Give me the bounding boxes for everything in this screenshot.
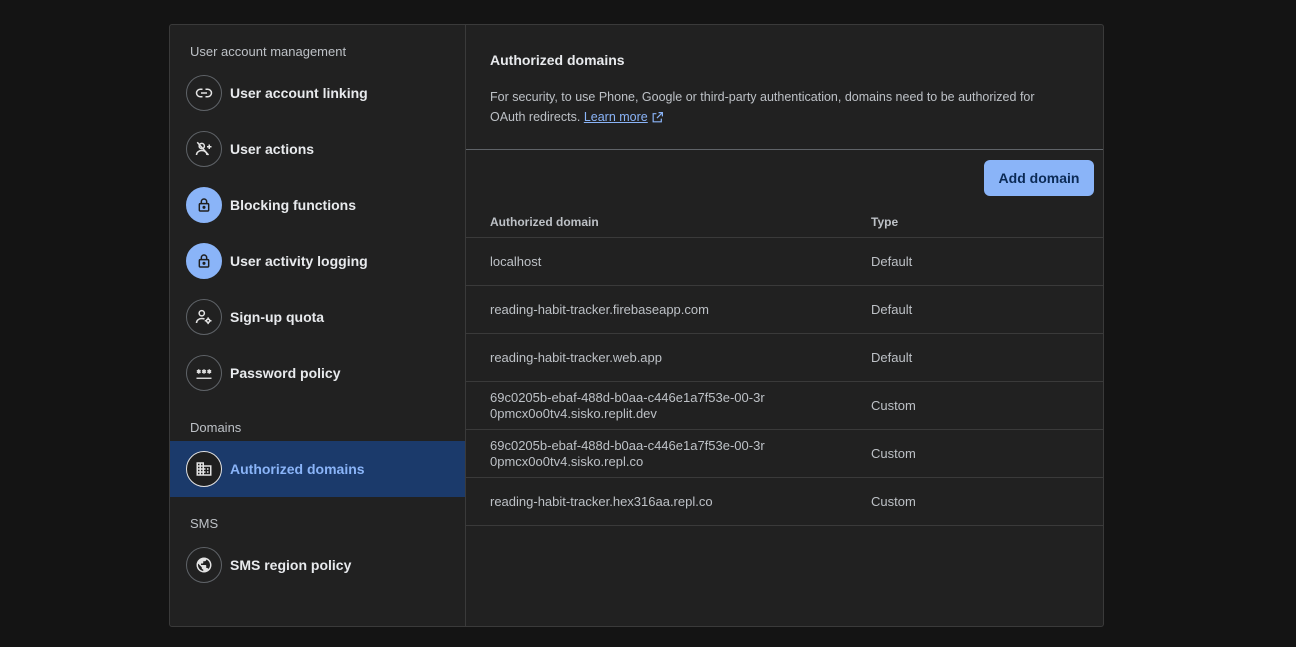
domains-table: Authorized domain Type localhost Default…	[466, 206, 1103, 526]
divider	[466, 149, 1103, 150]
sidebar-item-user-actions[interactable]: User actions	[170, 121, 465, 177]
type-cell: Custom	[871, 398, 916, 413]
table-row[interactable]: localhost Default	[466, 238, 1103, 286]
table-row[interactable]: 69c0205b-ebaf-488d-b0aa-c446e1a7f53e-00-…	[466, 430, 1103, 478]
section-label-domains: Domains	[190, 420, 242, 435]
sidebar-item-authorized-domains[interactable]: Authorized domains	[170, 441, 465, 497]
person-settings-icon	[186, 299, 222, 335]
sidebar-item-label: SMS region policy	[230, 557, 352, 573]
sidebar-item-label: Sign-up quota	[230, 309, 325, 325]
domain-cell: reading-habit-tracker.firebaseapp.com	[490, 301, 709, 317]
person-add-off-icon	[186, 131, 222, 167]
section-label-sms: SMS	[190, 516, 219, 531]
domain-cell: 69c0205b-ebaf-488d-b0aa-c446e1a7f53e-00-…	[490, 437, 765, 469]
lock-icon	[186, 243, 222, 279]
table-row[interactable]: 69c0205b-ebaf-488d-b0aa-c446e1a7f53e-00-…	[466, 382, 1103, 430]
column-header-domain[interactable]: Authorized domain	[466, 214, 871, 230]
sidebar-item-label: Authorized domains	[230, 461, 365, 477]
domain-cell: reading-habit-tracker.web.app	[490, 349, 662, 365]
sidebar-item-label: User activity logging	[230, 253, 368, 269]
column-header-type[interactable]: Type	[871, 215, 1103, 229]
sidebar-item-password-policy[interactable]: Password policy	[170, 345, 465, 401]
type-cell: Default	[871, 350, 913, 365]
description-text: For security, to use Phone, Google or th…	[490, 90, 1035, 124]
sidebar-item-sign-up-quota[interactable]: Sign-up quota	[170, 289, 465, 345]
section-label-user-account-management: User account management	[190, 44, 347, 59]
type-cell: Default	[871, 254, 913, 269]
settings-card: User account management User account lin…	[169, 24, 1104, 627]
table-row[interactable]: reading-habit-tracker.firebaseapp.com De…	[466, 286, 1103, 334]
domain-icon	[186, 451, 222, 487]
link-icon	[186, 75, 222, 111]
sidebar-item-sms-region-policy[interactable]: SMS region policy	[170, 537, 465, 593]
table-row[interactable]: reading-habit-tracker.hex316aa.repl.co C…	[466, 478, 1103, 526]
type-cell: Custom	[871, 494, 916, 509]
sidebar-item-label: User actions	[230, 141, 315, 157]
learn-more-link[interactable]: Learn more	[584, 110, 648, 124]
sidebar-item-label: Blocking functions	[230, 197, 356, 213]
table-header: Authorized domain Type	[466, 206, 1103, 238]
domain-cell: localhost	[490, 253, 542, 269]
table-row[interactable]: reading-habit-tracker.web.app Default	[466, 334, 1103, 382]
open-in-new-icon[interactable]	[651, 110, 664, 130]
sidebar-item-label: Password policy	[230, 365, 341, 381]
password-icon	[186, 355, 222, 391]
add-domain-button[interactable]: Add domain	[984, 160, 1094, 196]
lock-icon	[186, 187, 222, 223]
type-cell: Default	[871, 302, 913, 317]
sidebar-item-blocking-functions[interactable]: Blocking functions	[170, 177, 465, 233]
sidebar-item-user-activity-logging[interactable]: User activity logging	[170, 233, 465, 289]
type-cell: Custom	[871, 446, 916, 461]
page-description: For security, to use Phone, Google or th…	[490, 87, 1070, 130]
main-panel: Authorized domains For security, to use …	[466, 25, 1103, 626]
domain-cell: reading-habit-tracker.hex316aa.repl.co	[490, 493, 713, 509]
domain-cell: 69c0205b-ebaf-488d-b0aa-c446e1a7f53e-00-…	[490, 389, 765, 421]
page-title: Authorized domains	[490, 52, 625, 68]
globe-icon	[186, 547, 222, 583]
sidebar-item-label: User account linking	[230, 85, 368, 101]
sidebar-item-user-account-linking[interactable]: User account linking	[170, 65, 465, 121]
sidebar: User account management User account lin…	[170, 25, 466, 626]
